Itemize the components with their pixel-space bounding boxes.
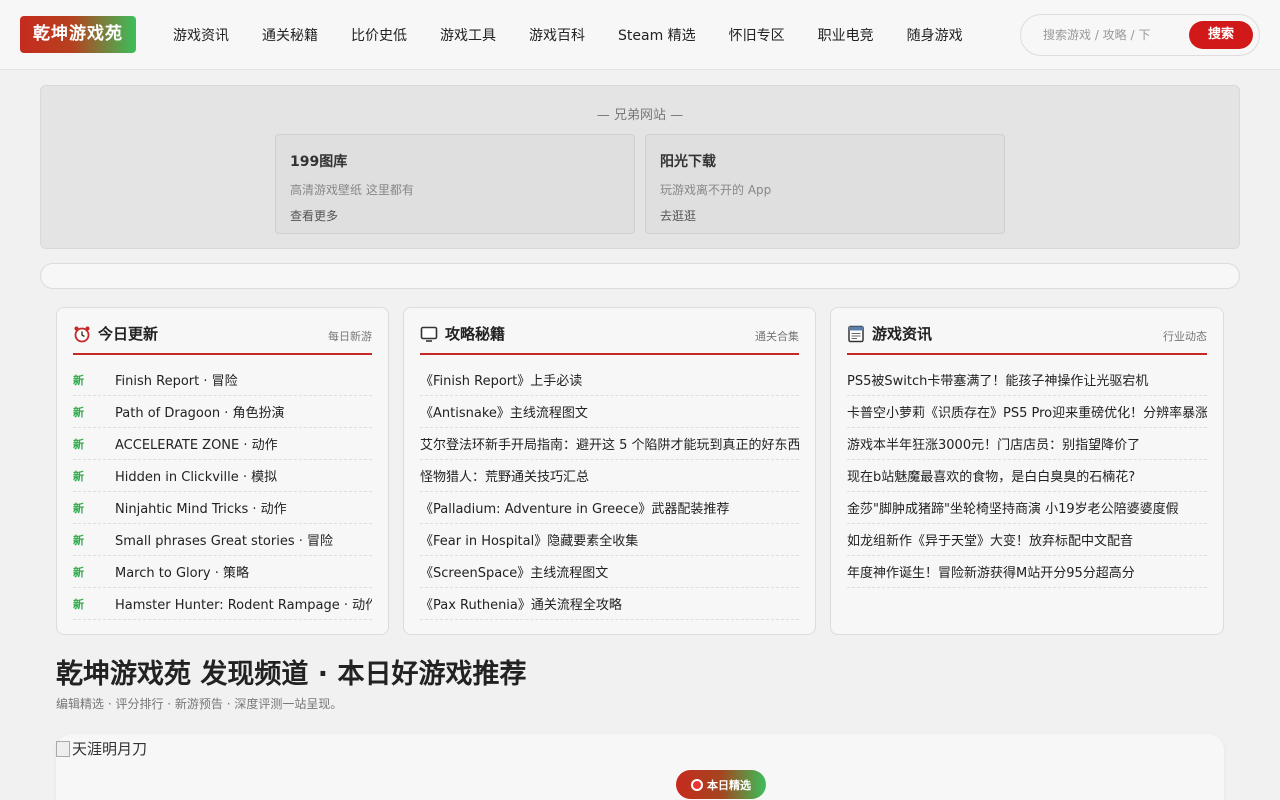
- search-button[interactable]: 搜索: [1189, 21, 1253, 49]
- sister-site-card[interactable]: 199图库 高清游戏壁纸 这里都有 查看更多: [275, 134, 635, 234]
- new-badge: 新: [73, 437, 84, 451]
- list-item-text: Path of Dragoon · 角色扮演: [115, 406, 285, 421]
- card-subtitle[interactable]: 行业动态: [1163, 328, 1207, 344]
- new-badge: 新: [73, 405, 84, 419]
- list-item-text: March to Glory · 策略: [115, 566, 250, 581]
- list-item[interactable]: 《Antisnake》主线流程图文: [420, 396, 799, 428]
- guides-list: 《Finish Report》上手必读 《Antisnake》主线流程图文 艾尔…: [420, 364, 799, 620]
- card-title: 今日更新: [73, 323, 158, 344]
- nav-item-guides[interactable]: 通关秘籍: [262, 25, 318, 45]
- new-badge: 新: [73, 533, 84, 547]
- nav-item-retro[interactable]: 怀旧专区: [729, 25, 785, 45]
- news-card: 游戏资讯 行业动态 PS5被Switch卡带塞满了！能孩子神操作让光驱宕机 卡普…: [830, 307, 1224, 635]
- nav-item-news[interactable]: 游戏资讯: [173, 25, 229, 45]
- list-item[interactable]: 《Finish Report》上手必读: [420, 364, 799, 396]
- list-item-text: ACCELERATE ZONE · 动作: [115, 438, 278, 453]
- site-logo[interactable]: 乾坤游戏苑: [20, 16, 136, 53]
- news-list: PS5被Switch卡带塞满了！能孩子神操作让光驱宕机 卡普空小萝莉《识质存在》…: [847, 364, 1207, 588]
- discover-title: 乾坤游戏苑 发现频道 · 本日好游戏推荐: [56, 659, 527, 690]
- new-badge: 新: [73, 373, 84, 387]
- sister-site-card[interactable]: 阳光下载 玩游戏离不开的 App 去逛逛: [645, 134, 1005, 234]
- nav-item-mobile[interactable]: 随身游戏: [907, 25, 963, 45]
- newspaper-icon: [848, 325, 864, 342]
- list-item[interactable]: 《Palladium: Adventure in Greece》武器配装推荐: [420, 492, 799, 524]
- list-item[interactable]: 金莎"脚肿成猪蹄"坐轮椅坚持商演 小19岁老公陪婆婆度假: [847, 492, 1207, 524]
- list-item[interactable]: PS5被Switch卡带塞满了！能孩子神操作让光驱宕机: [847, 364, 1207, 396]
- site-header: 乾坤游戏苑 游戏资讯 通关秘籍 比价史低 游戏工具 游戏百科 Steam 精选 …: [0, 0, 1280, 70]
- list-item[interactable]: 卡普空小萝莉《识质存在》PS5 Pro迎来重磅优化！分辨率暴涨: [847, 396, 1207, 428]
- new-badge: 新: [73, 469, 84, 483]
- card-header: 今日更新 每日新游: [73, 308, 372, 355]
- sister-site-name: 199图库: [290, 154, 348, 170]
- list-item-text: Hamster Hunter: Rodent Rampage · 动作: [115, 598, 372, 613]
- search-box: 搜索: [1020, 14, 1260, 56]
- nav-item-wiki[interactable]: 游戏百科: [529, 25, 585, 45]
- guides-card: 攻略秘籍 通关合集 《Finish Report》上手必读 《Antisnake…: [403, 307, 816, 635]
- card-title-text: 游戏资讯: [872, 325, 933, 343]
- list-item[interactable]: 新 Ninjahtic Mind Tricks · 动作: [73, 492, 372, 524]
- nav-item-tools[interactable]: 游戏工具: [440, 25, 496, 45]
- card-subtitle[interactable]: 每日新游: [328, 328, 372, 344]
- list-item[interactable]: 如龙组新作《异于天堂》大变！放弃标配中文配音: [847, 524, 1207, 556]
- list-item[interactable]: 年度神作诞生！冒险新游获得M站开分95分超高分: [847, 556, 1207, 588]
- today-updates-card: 今日更新 每日新游 新 Finish Report · 冒险 新 Path of D…: [56, 307, 389, 635]
- sister-site-link[interactable]: 查看更多: [290, 207, 620, 224]
- broken-image-icon: [56, 740, 70, 757]
- list-item[interactable]: 新 Path of Dragoon · 角色扮演: [73, 396, 372, 428]
- list-item[interactable]: 《ScreenSpace》主线流程图文: [420, 556, 799, 588]
- card-title-text: 今日更新: [98, 325, 159, 343]
- list-item[interactable]: 新 ACCELERATE ZONE · 动作: [73, 428, 372, 460]
- daily-pick-badge: 本日精选: [676, 770, 766, 799]
- featured-game-card[interactable]: 天涯明月刀 本日精选: [56, 734, 1224, 800]
- sister-site-link[interactable]: 去逛逛: [660, 207, 990, 224]
- list-item[interactable]: 新 Small phrases Great stories · 冒险: [73, 524, 372, 556]
- nav-item-esports[interactable]: 职业电竞: [818, 25, 874, 45]
- nav-item-price[interactable]: 比价史低: [351, 25, 407, 45]
- card-header: 游戏资讯 行业动态: [847, 308, 1207, 355]
- card-title: 攻略秘籍: [420, 323, 505, 344]
- list-item[interactable]: 怪物猎人：荒野通关技巧汇总: [420, 460, 799, 492]
- list-item[interactable]: 现在b站魅魔最喜欢的食物，是白白臭臭的石楠花?: [847, 460, 1207, 492]
- new-badge: 新: [73, 565, 84, 579]
- sister-sites-panel: — 兄弟网站 — 199图库 高清游戏壁纸 这里都有 查看更多 阳光下载 玩游戏…: [40, 85, 1240, 249]
- today-updates-list: 新 Finish Report · 冒险 新 Path of Dragoon · 角…: [73, 364, 372, 620]
- empty-banner-bar: [40, 263, 1240, 289]
- monitor-icon: [420, 326, 438, 342]
- card-header: 攻略秘籍 通关合集: [420, 308, 799, 355]
- target-icon: [691, 778, 703, 791]
- list-item-text: Ninjahtic Mind Tricks · 动作: [115, 502, 287, 517]
- main-nav: 游戏资讯 通关秘籍 比价史低 游戏工具 游戏百科 Steam 精选 怀旧专区 职…: [173, 0, 996, 70]
- list-item-text: Hidden in Clickville · 模拟: [115, 470, 278, 485]
- featured-game-image[interactable]: 天涯明月刀: [56, 738, 147, 759]
- sister-sites-title: — 兄弟网站 —: [596, 108, 684, 123]
- card-title: 游戏资讯: [847, 323, 932, 344]
- featured-game-image-alt: 天涯明月刀: [72, 740, 148, 758]
- daily-pick-label: 本日精选: [707, 778, 751, 792]
- card-title-text: 攻略秘籍: [445, 325, 506, 343]
- list-item-text: Finish Report · 冒险: [115, 374, 238, 389]
- list-item[interactable]: 新 March to Glory · 策略: [73, 556, 372, 588]
- new-badge: 新: [73, 501, 84, 515]
- list-item-text: Small phrases Great stories · 冒险: [115, 534, 333, 549]
- list-item[interactable]: 新 Hamster Hunter: Rodent Rampage · 动作: [73, 588, 372, 620]
- search-input[interactable]: [1035, 23, 1195, 47]
- list-item[interactable]: 游戏本半年狂涨3000元！门店店员：别指望降价了: [847, 428, 1207, 460]
- alarm-clock-icon: [74, 326, 90, 342]
- nav-item-steam[interactable]: Steam 精选: [618, 25, 696, 45]
- sister-site-desc: 高清游戏壁纸 这里都有: [290, 183, 414, 197]
- list-item[interactable]: 《Pax Ruthenia》通关流程全攻略: [420, 588, 799, 620]
- sister-site-name: 阳光下载: [660, 154, 716, 170]
- sister-site-desc: 玩游戏离不开的 App: [660, 183, 772, 197]
- list-item[interactable]: 新 Hidden in Clickville · 模拟: [73, 460, 372, 492]
- list-item[interactable]: 新 Finish Report · 冒险: [73, 364, 372, 396]
- discover-subtitle: 编辑精选 · 评分排行 · 新游预告 · 深度评测一站呈现。: [56, 697, 343, 711]
- new-badge: 新: [73, 597, 84, 611]
- list-item[interactable]: 艾尔登法环新手开局指南：避开这 5 个陷阱才能玩到真正的好东西: [420, 428, 799, 460]
- list-item[interactable]: 《Fear in Hospital》隐藏要素全收集: [420, 524, 799, 556]
- card-subtitle[interactable]: 通关合集: [755, 328, 799, 344]
